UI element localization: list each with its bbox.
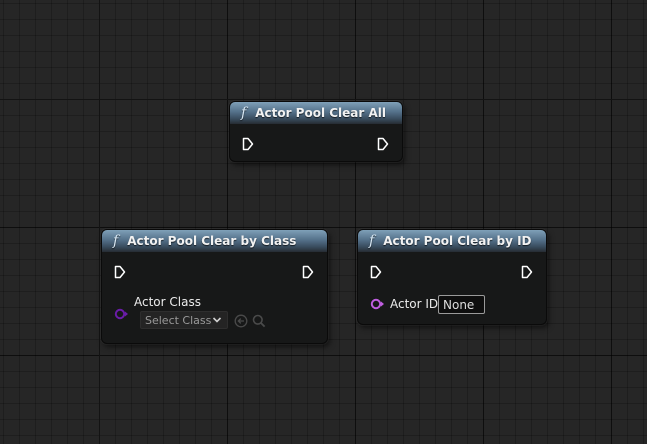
actor-class-label: Actor Class [134,295,201,309]
function-icon: f [241,105,247,121]
exec-output-pin-icon[interactable] [377,137,389,151]
node-title: Actor Pool Clear by ID [383,234,532,248]
function-icon: f [369,233,375,249]
actor-id-field[interactable]: None [438,295,485,314]
node-actor-pool-clear-by-id[interactable]: f Actor Pool Clear by ID Actor ID None [357,229,547,325]
browse-search-icon[interactable] [252,314,266,328]
select-class-dropdown[interactable]: Select Class [140,311,228,329]
node-title: Actor Pool Clear by Class [127,234,297,248]
chevron-down-icon [212,317,222,323]
class-input-pin-icon[interactable] [114,308,130,320]
exec-input-pin-icon[interactable] [114,265,126,279]
use-selected-arrow-icon[interactable] [234,314,248,328]
select-class-value: Select Class [145,313,212,327]
node-header[interactable]: f Actor Pool Clear by ID [358,230,546,252]
exec-input-pin-icon[interactable] [242,137,254,151]
node-actor-pool-clear-all[interactable]: f Actor Pool Clear All [229,101,403,162]
node-header[interactable]: f Actor Pool Clear by Class [102,230,327,252]
actor-id-label: Actor ID [390,297,439,311]
exec-output-pin-icon[interactable] [302,265,314,279]
name-input-pin-icon[interactable] [370,298,386,310]
exec-input-pin-icon[interactable] [370,265,382,279]
node-actor-pool-clear-by-class[interactable]: f Actor Pool Clear by Class Actor Class … [101,229,328,344]
function-icon: f [113,233,119,249]
exec-output-pin-icon[interactable] [521,265,533,279]
node-header[interactable]: f Actor Pool Clear All [230,102,402,124]
node-title: Actor Pool Clear All [255,106,387,120]
